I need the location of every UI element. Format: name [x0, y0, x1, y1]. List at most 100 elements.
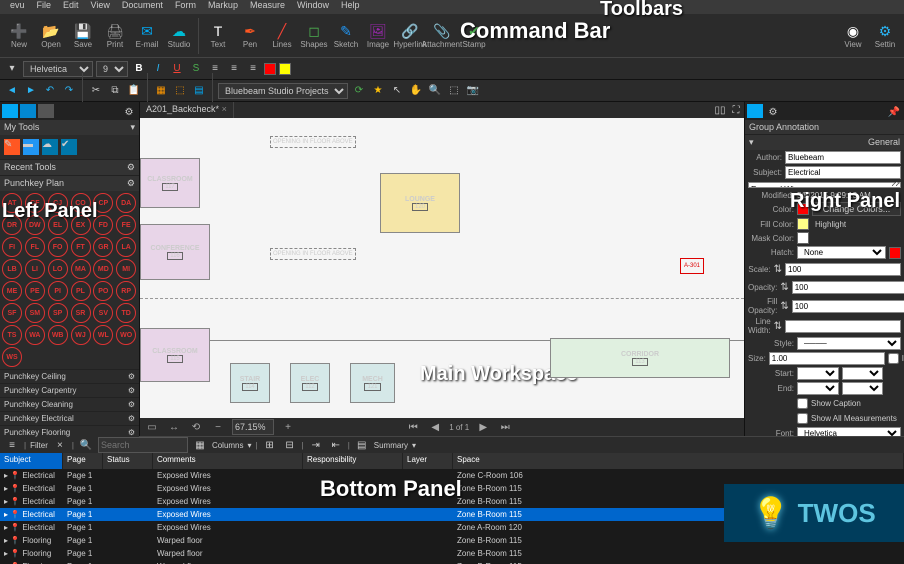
studio-button[interactable]: ☁Studio: [164, 16, 194, 56]
col-space[interactable]: Space: [453, 453, 904, 469]
studio-project-select[interactable]: Bluebeam Studio Projects: [218, 83, 348, 99]
punch-WJ[interactable]: WJ: [71, 325, 91, 345]
punch-MI[interactable]: MI: [116, 259, 136, 279]
underline-button[interactable]: U: [169, 61, 185, 77]
tool-highlight-icon[interactable]: ▬: [23, 139, 39, 155]
lines-button[interactable]: ╱Lines: [267, 16, 297, 56]
view-button[interactable]: ◉View: [838, 16, 868, 56]
italic-button[interactable]: I: [150, 61, 166, 77]
save-button[interactable]: 💾Save: [68, 16, 98, 56]
linewidth-input[interactable]: [785, 320, 901, 333]
punch-DR[interactable]: DR: [2, 215, 22, 235]
punch-FE[interactable]: FE: [116, 215, 136, 235]
shapes-button[interactable]: ◻Shapes: [299, 16, 329, 56]
nav-back-icon[interactable]: ◄: [4, 83, 20, 99]
punch-FT[interactable]: FT: [71, 237, 91, 257]
toolset-punchkey-cleaning[interactable]: Punchkey Cleaning⚙: [0, 397, 139, 411]
punch-WB[interactable]: WB: [48, 325, 68, 345]
menu-evu[interactable]: evu: [4, 0, 31, 14]
hyperlink-button[interactable]: 🔗Hyperlink: [395, 16, 425, 56]
hatch-select[interactable]: None: [797, 246, 886, 259]
bold-button[interactable]: B: [131, 61, 147, 77]
paste-icon[interactable]: 📋: [126, 83, 142, 99]
style-select[interactable]: ────: [797, 337, 901, 350]
invert-check[interactable]: [888, 352, 899, 365]
opacity-stepper[interactable]: ⇅: [780, 279, 788, 295]
next-page-icon[interactable]: ▶: [475, 419, 491, 435]
punch-CF[interactable]: CF: [25, 193, 45, 213]
punch-CJ[interactable]: CJ: [48, 193, 68, 213]
punch-CO[interactable]: CO: [71, 193, 91, 213]
punch-PE[interactable]: PE: [25, 281, 45, 301]
expand-icon[interactable]: ▾: [130, 122, 135, 133]
scale-stepper[interactable]: ⇅: [774, 261, 782, 277]
summary-label[interactable]: Summary: [374, 441, 408, 450]
subject-input[interactable]: [785, 166, 901, 179]
text-button[interactable]: TText: [203, 16, 233, 56]
font-select[interactable]: Helvetica: [797, 427, 901, 436]
menu-measure[interactable]: Measure: [244, 0, 291, 14]
punch-EX[interactable]: EX: [71, 215, 91, 235]
menu-view[interactable]: View: [85, 0, 116, 14]
summary-icon[interactable]: ▤: [354, 437, 370, 453]
flatten-icon[interactable]: ▤: [191, 83, 207, 99]
menu-file[interactable]: File: [31, 0, 58, 14]
drawing-canvas[interactable]: OPENING IN FLOOR ABOVE OPENING IN FLOOR …: [140, 118, 744, 418]
camera-icon[interactable]: 📷: [465, 83, 481, 99]
markup-row[interactable]: ▸ 📍 FlooringPage 1Warped floorZone B-Roo…: [0, 547, 904, 560]
first-page-icon[interactable]: ⏮: [405, 419, 421, 435]
punch-LA[interactable]: LA: [116, 237, 136, 257]
punchkey-plan-header[interactable]: Punchkey Plan⚙: [0, 175, 139, 191]
punch-FI[interactable]: FI: [2, 237, 22, 257]
tool-cloud-icon[interactable]: ☁: [42, 139, 58, 155]
collapse-all-icon[interactable]: ⊟: [282, 437, 298, 453]
punch-WO[interactable]: WO: [116, 325, 136, 345]
col-subject[interactable]: Subject: [0, 453, 63, 469]
font-size-select[interactable]: 9: [96, 61, 128, 77]
fillopacity-stepper[interactable]: ⇅: [780, 298, 788, 314]
start-select-2[interactable]: [842, 367, 884, 380]
color-swatch[interactable]: [797, 203, 809, 215]
sync-icon[interactable]: ⟳: [351, 83, 367, 99]
fit-page-icon[interactable]: ▭: [144, 419, 160, 435]
image-button[interactable]: 🖼Image: [363, 16, 393, 56]
filter-label[interactable]: Filter: [30, 441, 48, 450]
size-input[interactable]: [769, 352, 885, 365]
showcaption-check[interactable]: [797, 397, 808, 410]
stamp-button[interactable]: ✔Stamp: [459, 16, 489, 56]
highlight-swatch[interactable]: [279, 63, 291, 75]
lp-tab-3[interactable]: [38, 104, 54, 118]
end-select-2[interactable]: [842, 382, 884, 395]
punch-MD[interactable]: MD: [93, 259, 113, 279]
columns-label[interactable]: Columns: [212, 441, 244, 450]
start-select[interactable]: [797, 367, 839, 380]
rotate-icon[interactable]: ⟲: [188, 419, 204, 435]
punch-FO[interactable]: FO: [48, 237, 68, 257]
align-right-icon[interactable]: ≡: [245, 61, 261, 77]
punch-MA[interactable]: MA: [71, 259, 91, 279]
punch-EL[interactable]: EL: [48, 215, 68, 235]
align-left-icon[interactable]: ≡: [207, 61, 223, 77]
select-icon[interactable]: ⬚: [446, 83, 462, 99]
punch-WA[interactable]: WA: [25, 325, 45, 345]
col-comments[interactable]: Comments: [153, 453, 303, 469]
end-select[interactable]: [797, 382, 839, 395]
punch-WS[interactable]: WS: [2, 347, 22, 367]
attachment-button[interactable]: 📎Attachment: [427, 16, 457, 56]
fillopacity-input[interactable]: [792, 300, 904, 313]
import-icon[interactable]: ⇥: [308, 437, 324, 453]
last-page-icon[interactable]: ⏭: [497, 419, 513, 435]
lp-tab-2[interactable]: [20, 104, 36, 118]
nav-fwd-icon[interactable]: ►: [23, 83, 39, 99]
punch-LB[interactable]: LB: [2, 259, 22, 279]
menu-form[interactable]: Form: [169, 0, 202, 14]
filter-clear-icon[interactable]: ×: [52, 437, 68, 453]
settin-button[interactable]: ⚙Settin: [870, 16, 900, 56]
author-input[interactable]: [785, 151, 901, 164]
punch-SF[interactable]: SF: [2, 303, 22, 323]
rp-tab-1[interactable]: [747, 104, 763, 118]
search-input[interactable]: [98, 437, 188, 453]
tool-pen-icon[interactable]: ✎: [4, 139, 20, 155]
rp-pin-icon[interactable]: 📌: [886, 104, 902, 120]
lp-tab-1[interactable]: [2, 104, 18, 118]
